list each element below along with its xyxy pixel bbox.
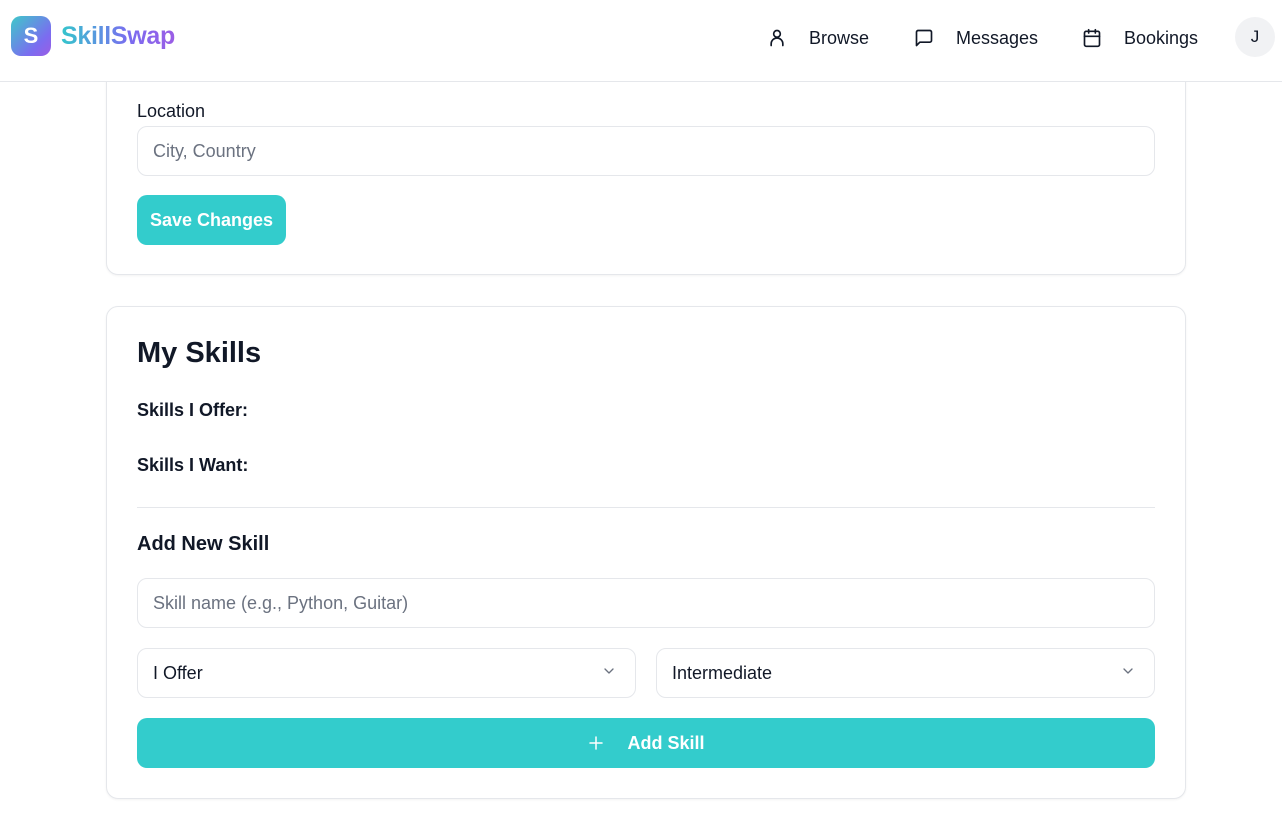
skill-name-input[interactable] — [137, 578, 1155, 628]
app-name-logo[interactable]: SkillSwap — [61, 22, 175, 51]
skills-want-label: Skills I Want: — [137, 455, 249, 475]
user-icon — [767, 28, 787, 48]
add-skill-button[interactable]: Add Skill — [137, 718, 1155, 768]
add-new-skill-title: Add New Skill — [137, 533, 270, 555]
plus-icon — [587, 734, 605, 752]
skill-type-select[interactable]: I Offer — [137, 648, 636, 698]
nav-browse[interactable]: Browse — [767, 24, 869, 52]
chevron-down-icon — [601, 663, 617, 684]
top-nav-bar: S SkillSwap Browse Messages Bookings J — [0, 0, 1282, 82]
location-input[interactable] — [137, 126, 1155, 176]
section-divider — [137, 507, 1155, 508]
nav-browse-label: Browse — [809, 27, 870, 48]
skills-offer-label: Skills I Offer: — [137, 400, 249, 420]
skill-level-value: Intermediate — [672, 662, 773, 683]
nav-bookings[interactable]: Bookings — [1082, 24, 1198, 52]
skill-type-value: I Offer — [153, 662, 203, 683]
chevron-down-icon — [1120, 663, 1136, 684]
nav-messages[interactable]: Messages — [914, 24, 1038, 52]
nav-messages-label: Messages — [956, 27, 1039, 48]
my-skills-title: My Skills — [137, 337, 262, 369]
avatar[interactable]: J — [1235, 17, 1275, 57]
nav-bookings-label: Bookings — [1124, 27, 1199, 48]
message-square-icon — [914, 28, 934, 48]
save-changes-button[interactable]: Save Changes — [137, 195, 286, 245]
skill-level-select[interactable]: Intermediate — [656, 648, 1155, 698]
add-skill-label: Add Skill — [627, 732, 705, 753]
logo-badge[interactable]: S — [11, 16, 51, 56]
location-label: Location — [137, 101, 206, 121]
my-skills-card: My Skills Skills I Offer: Skills I Want:… — [106, 306, 1186, 799]
calendar-icon — [1082, 28, 1102, 48]
